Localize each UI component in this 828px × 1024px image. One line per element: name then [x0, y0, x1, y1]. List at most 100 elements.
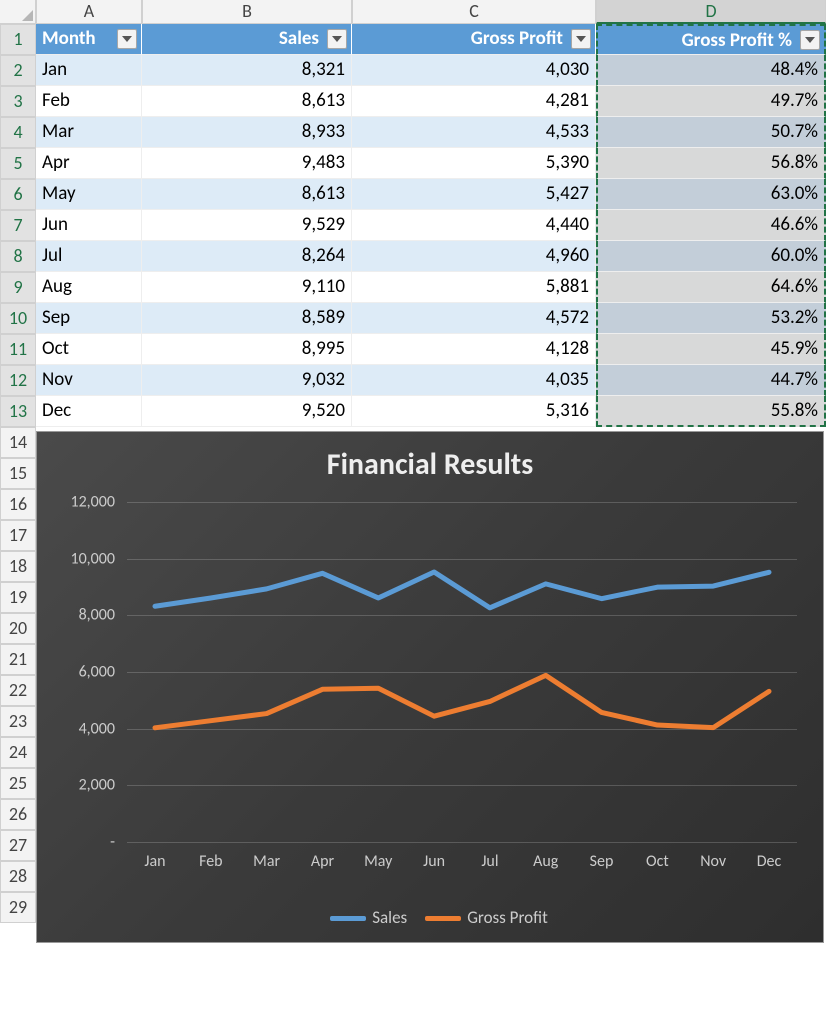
row-header-1[interactable]: 1	[0, 24, 36, 55]
header-label: Gross Profit	[471, 24, 563, 53]
row-header-8[interactable]: 8	[0, 241, 36, 272]
row-header-24[interactable]: 24	[0, 737, 36, 768]
cell-gross-profit[interactable]: 4,035	[352, 365, 596, 396]
cell-gross-profit-pct[interactable]: 44.7%	[596, 365, 826, 396]
cell-gross-profit[interactable]: 4,533	[352, 117, 596, 148]
row-header-5[interactable]: 5	[0, 148, 36, 179]
row-header-10[interactable]: 10	[0, 303, 36, 334]
cell-sales[interactable]: 8,933	[142, 117, 352, 148]
cell-gross-profit-pct[interactable]: 50.7%	[596, 117, 826, 148]
row-header-6[interactable]: 6	[0, 179, 36, 210]
row-header-18[interactable]: 18	[0, 551, 36, 582]
cell-gross-profit-pct[interactable]: 45.9%	[596, 334, 826, 365]
cell-gross-profit-pct[interactable]: 55.8%	[596, 396, 826, 427]
cell-gross-profit-pct[interactable]: 63.0%	[596, 179, 826, 210]
y-tick-label: -	[110, 833, 127, 852]
chart-legend: SalesGross Profit	[37, 907, 823, 928]
row-header-11[interactable]: 11	[0, 334, 36, 365]
row-header-25[interactable]: 25	[0, 768, 36, 799]
legend-swatch	[425, 916, 461, 921]
x-tick-label: Sep	[590, 842, 614, 871]
cell-sales[interactable]: 8,589	[142, 303, 352, 334]
cell-gross-profit[interactable]: 4,030	[352, 55, 596, 86]
cell-gross-profit-pct[interactable]: 49.7%	[596, 86, 826, 117]
cell-gross-profit-pct[interactable]: 60.0%	[596, 241, 826, 272]
row-header-15[interactable]: 15	[0, 458, 36, 489]
chart-plot-area: -2,0004,0006,0008,00010,00012,000JanFebM…	[127, 502, 797, 842]
cell-gross-profit-pct[interactable]: 56.8%	[596, 148, 826, 179]
cell-gross-profit[interactable]: 5,316	[352, 396, 596, 427]
row-header-9[interactable]: 9	[0, 272, 36, 303]
cell-gross-profit[interactable]: 5,427	[352, 179, 596, 210]
cell-month[interactable]: Mar	[36, 117, 142, 148]
row-header-13[interactable]: 13	[0, 396, 36, 427]
row-header-19[interactable]: 19	[0, 582, 36, 613]
cell-sales[interactable]: 9,529	[142, 210, 352, 241]
cell-month[interactable]: Feb	[36, 86, 142, 117]
cell-month[interactable]: Apr	[36, 148, 142, 179]
col-header-B[interactable]: B	[142, 0, 352, 24]
cell-sales[interactable]: 9,110	[142, 272, 352, 303]
row-header-27[interactable]: 27	[0, 830, 36, 861]
cell-gross-profit-pct[interactable]: 64.6%	[596, 272, 826, 303]
cell-sales[interactable]: 8,613	[142, 179, 352, 210]
cell-month[interactable]: Jul	[36, 241, 142, 272]
row-header-4[interactable]: 4	[0, 117, 36, 148]
cell-sales[interactable]: 8,264	[142, 241, 352, 272]
cell-month[interactable]: Dec	[36, 396, 142, 427]
table-header-sales[interactable]: Sales	[142, 24, 352, 55]
row-header-29[interactable]: 29	[0, 892, 36, 923]
cell-month[interactable]: Aug	[36, 272, 142, 303]
row-header-21[interactable]: 21	[0, 644, 36, 675]
cell-gross-profit[interactable]: 4,128	[352, 334, 596, 365]
row-header-23[interactable]: 23	[0, 706, 36, 737]
cell-gross-profit[interactable]: 4,960	[352, 241, 596, 272]
cell-sales[interactable]: 8,613	[142, 86, 352, 117]
cell-gross-profit-pct[interactable]: 53.2%	[596, 303, 826, 334]
cell-gross-profit[interactable]: 5,390	[352, 148, 596, 179]
cell-month[interactable]: Oct	[36, 334, 142, 365]
chart-canvas[interactable]: Financial Results-2,0004,0006,0008,00010…	[36, 431, 824, 943]
filter-dropdown-icon[interactable]	[327, 29, 347, 49]
table-header-gross_profit[interactable]: Gross Profit	[352, 24, 596, 55]
cell-gross-profit[interactable]: 5,881	[352, 272, 596, 303]
row-header-20[interactable]: 20	[0, 613, 36, 644]
cell-month[interactable]: May	[36, 179, 142, 210]
row-header-26[interactable]: 26	[0, 799, 36, 830]
y-tick-label: 6,000	[79, 663, 127, 682]
table-header-gross_profit_pct[interactable]: Gross Profit %	[596, 24, 826, 55]
table-header-month[interactable]: Month	[36, 24, 142, 55]
series-line	[155, 675, 769, 727]
row-header-16[interactable]: 16	[0, 489, 36, 520]
cell-sales[interactable]: 8,995	[142, 334, 352, 365]
row-header-2[interactable]: 2	[0, 55, 36, 86]
cell-sales[interactable]: 9,032	[142, 365, 352, 396]
cell-gross-profit[interactable]: 4,440	[352, 210, 596, 241]
filter-dropdown-icon[interactable]	[800, 30, 820, 50]
col-header-D[interactable]: D	[596, 0, 826, 24]
cell-month[interactable]: Jan	[36, 55, 142, 86]
embedded-chart[interactable]: Financial Results-2,0004,0006,0008,00010…	[36, 427, 826, 923]
filter-dropdown-icon[interactable]	[571, 29, 591, 49]
cell-gross-profit[interactable]: 4,281	[352, 86, 596, 117]
row-header-22[interactable]: 22	[0, 675, 36, 706]
col-header-C[interactable]: C	[352, 0, 596, 24]
row-header-28[interactable]: 28	[0, 861, 36, 892]
cell-sales[interactable]: 9,520	[142, 396, 352, 427]
col-header-A[interactable]: A	[36, 0, 142, 24]
row-header-7[interactable]: 7	[0, 210, 36, 241]
row-header-3[interactable]: 3	[0, 86, 36, 117]
row-header-17[interactable]: 17	[0, 520, 36, 551]
row-header-14[interactable]: 14	[0, 427, 36, 458]
cell-sales[interactable]: 9,483	[142, 148, 352, 179]
cell-gross-profit-pct[interactable]: 48.4%	[596, 55, 826, 86]
cell-gross-profit[interactable]: 4,572	[352, 303, 596, 334]
row-header-12[interactable]: 12	[0, 365, 36, 396]
select-all-corner[interactable]	[0, 0, 36, 24]
filter-dropdown-icon[interactable]	[117, 29, 137, 49]
cell-month[interactable]: Jun	[36, 210, 142, 241]
cell-gross-profit-pct[interactable]: 46.6%	[596, 210, 826, 241]
cell-sales[interactable]: 8,321	[142, 55, 352, 86]
cell-month[interactable]: Nov	[36, 365, 142, 396]
cell-month[interactable]: Sep	[36, 303, 142, 334]
